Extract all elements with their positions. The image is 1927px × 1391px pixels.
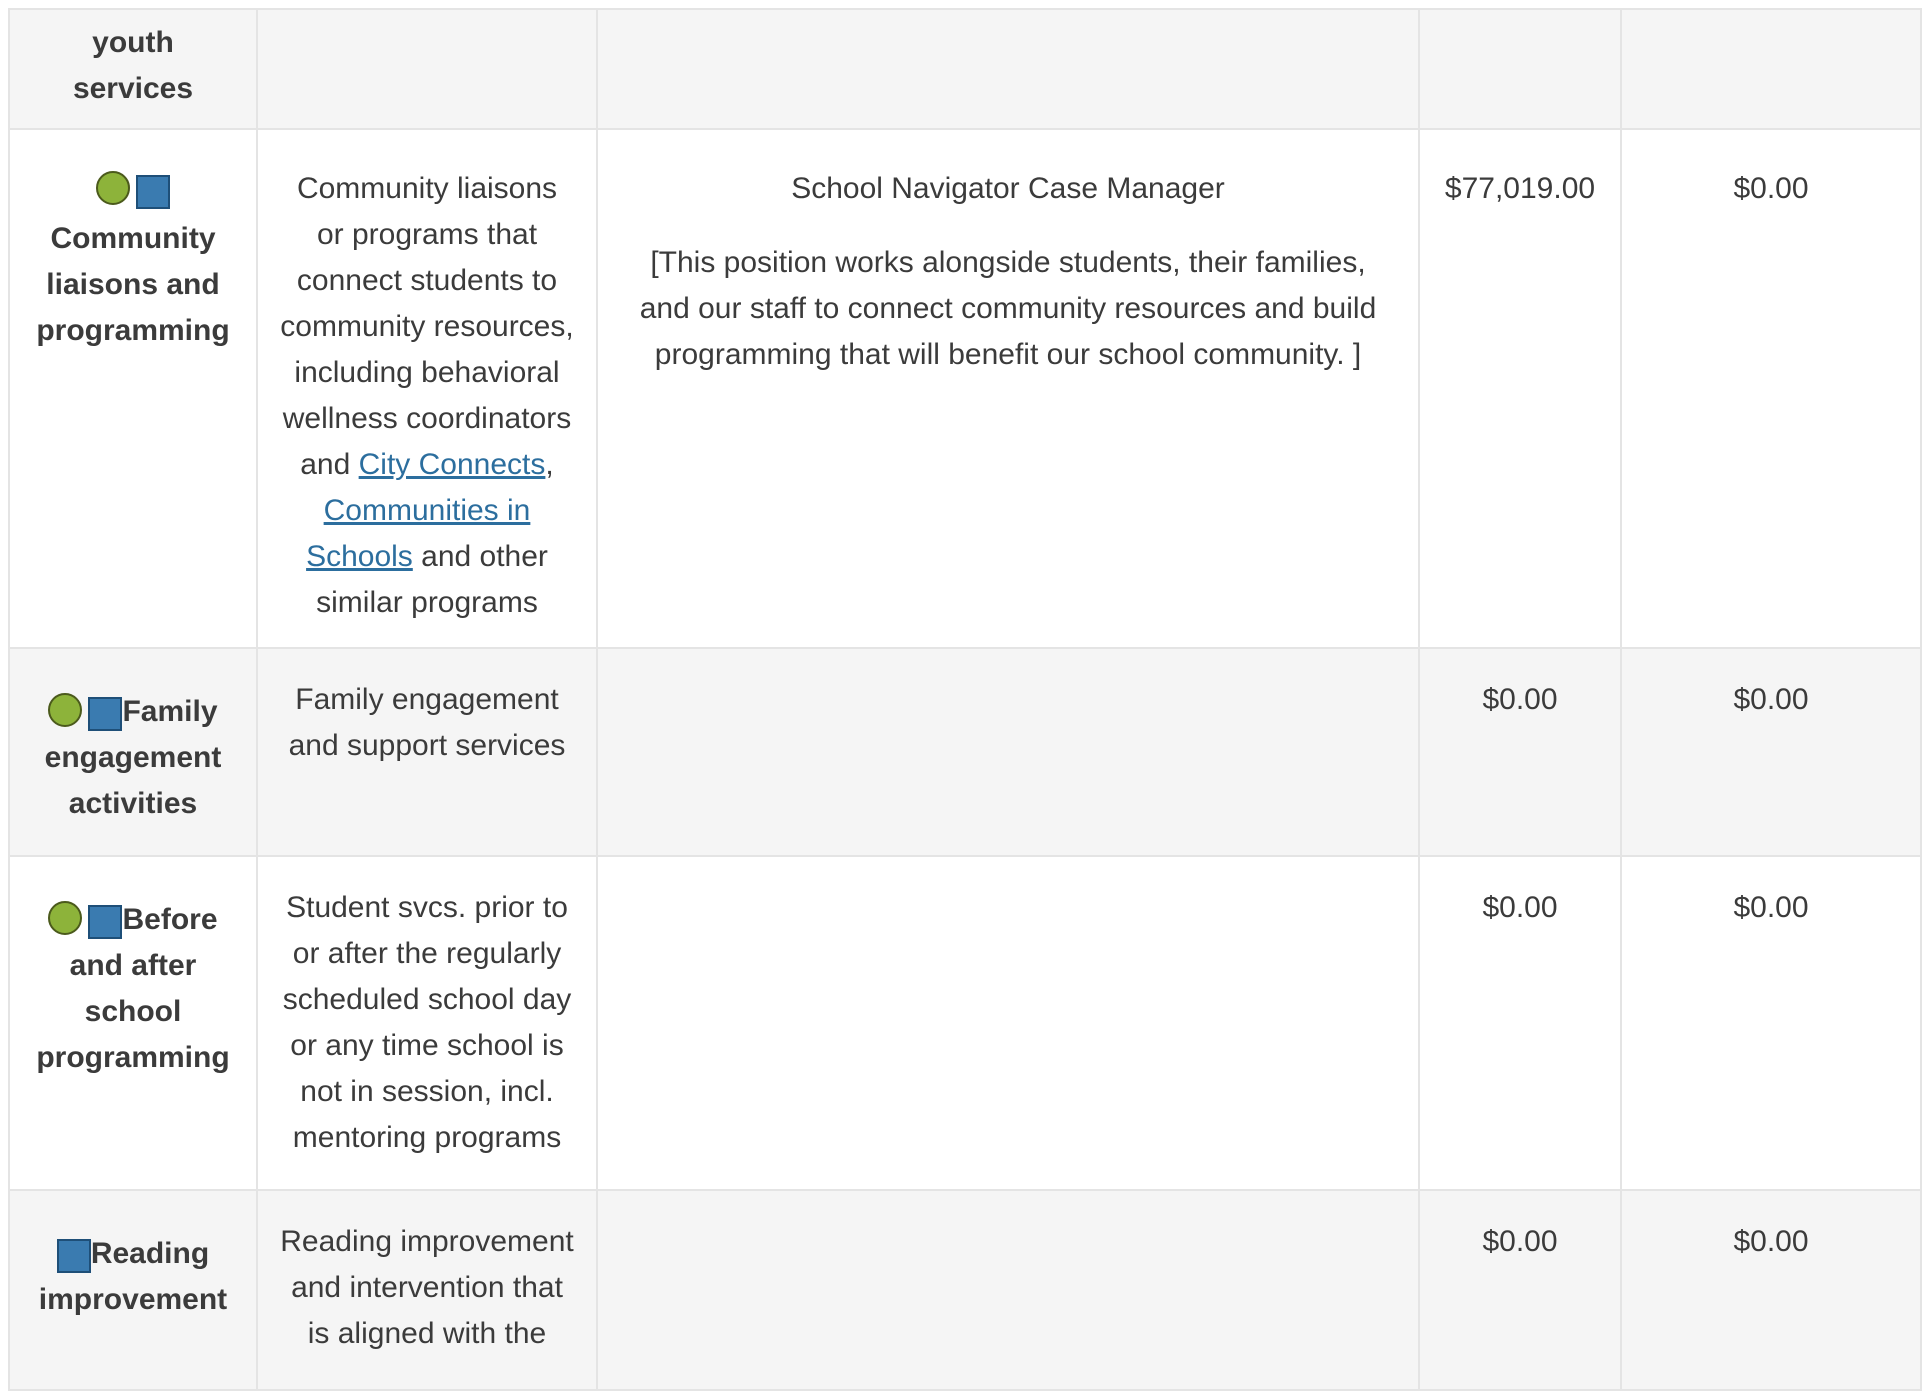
link-text: Communities in: [323, 494, 531, 527]
detail-cell: [596, 1189, 1420, 1391]
description-text: including behavioral: [294, 356, 560, 389]
amount-cell: $0.00: [1620, 855, 1922, 1191]
position-description-line: and our staff to connect community resou…: [639, 292, 1377, 325]
description-text: mentoring programs: [292, 1121, 562, 1154]
link-text: Schools: [306, 540, 413, 573]
detail-cell: School Navigator Case Manager [This posi…: [596, 128, 1420, 649]
description-cell: Community liaisons or programs that conn…: [256, 128, 598, 649]
amount-cell: $0.00: [1418, 855, 1622, 1191]
category-label: liaisons and: [46, 268, 220, 301]
detail-cell: [596, 647, 1420, 857]
amount-value: $0.00: [1733, 1225, 1809, 1258]
table-row: Community liaisons and programming Commu…: [8, 128, 1922, 649]
amount-value: $0.00: [1482, 891, 1558, 924]
category-label: services: [72, 72, 194, 105]
detail-cell: [596, 8, 1420, 130]
description-text: or after the regularly: [292, 937, 562, 970]
green-circle-icon: [48, 901, 83, 935]
blue-square-icon: [88, 905, 123, 939]
table-row: youth services: [8, 8, 1922, 130]
description-text: not in session, incl.: [300, 1075, 554, 1108]
amount-value: $77,019.00: [1444, 172, 1596, 205]
position-title: School Navigator Case Manager: [791, 172, 1225, 205]
description-text: and support services: [288, 729, 566, 762]
table-row: Family engagement activities Family enga…: [8, 647, 1922, 857]
description-text: Community liaisons: [296, 172, 558, 205]
green-circle-icon: [96, 171, 130, 205]
description-text: connect students to: [296, 264, 558, 297]
table-row: Reading improvement Reading improvement …: [8, 1189, 1922, 1391]
amount-value: $0.00: [1733, 172, 1809, 205]
description-cell: Student svcs. prior to or after the regu…: [256, 855, 598, 1191]
description-cell: [256, 8, 598, 130]
amount-cell: [1620, 8, 1922, 130]
budget-table: youth services Community liaisons and pr…: [8, 8, 1922, 1391]
description-text: community resources,: [280, 310, 574, 343]
description-text: and: [300, 448, 359, 481]
blue-square-icon: [56, 1239, 91, 1273]
description-text: is aligned with the: [307, 1317, 547, 1350]
description-text: Reading improvement: [280, 1225, 574, 1258]
category-label: activities: [68, 787, 198, 820]
description-text: Student svcs. prior to: [286, 891, 568, 924]
category-label: school: [84, 995, 182, 1028]
amount-cell: $0.00: [1620, 1189, 1922, 1391]
description-text: wellness coordinators: [282, 402, 572, 435]
category-label: Community: [50, 222, 216, 255]
amount-cell: $0.00: [1620, 647, 1922, 857]
category-cell: Before and after school programming: [8, 855, 258, 1191]
position-description: [This position works alongside students,…: [616, 240, 1400, 378]
description-text: ,: [545, 448, 554, 481]
blue-square-icon: [136, 175, 170, 209]
position-description-line: [This position works alongside students,…: [650, 246, 1366, 279]
description-cell: Reading improvement and intervention tha…: [256, 1189, 598, 1391]
category-label: engagement: [44, 741, 222, 774]
table-row: Before and after school programming Stud…: [8, 855, 1922, 1191]
description-text: and intervention that: [291, 1271, 563, 1304]
blue-square-icon: [88, 697, 123, 731]
category-label: programming: [36, 1041, 230, 1074]
detail-cell: [596, 855, 1420, 1191]
category-label: youth: [92, 26, 174, 59]
description-text: or programs that: [316, 218, 538, 251]
city-connects-link[interactable]: City Connects: [359, 448, 546, 481]
amount-cell: $0.00: [1418, 1189, 1622, 1391]
budget-table-wrapper: youth services Community liaisons and pr…: [8, 8, 1922, 1391]
description-cell: Family engagement and support services: [256, 647, 598, 857]
amount-value: $0.00: [1482, 1225, 1558, 1258]
category-label: Before: [122, 903, 218, 936]
amount-cell: $0.00: [1418, 647, 1622, 857]
amount-value: $0.00: [1733, 891, 1809, 924]
amount-cell: $0.00: [1620, 128, 1922, 649]
category-label: and after: [69, 949, 197, 982]
green-circle-icon: [48, 693, 83, 727]
amount-cell: $77,019.00: [1418, 128, 1622, 649]
amount-value: $0.00: [1482, 683, 1558, 716]
amount-value: $0.00: [1733, 683, 1809, 716]
category-cell: youth services: [8, 8, 258, 130]
category-cell: Community liaisons and programming: [8, 128, 258, 649]
category-label: improvement: [38, 1283, 228, 1316]
position-description-line: programming that will benefit our school…: [654, 338, 1362, 371]
category-cell: Reading improvement: [8, 1189, 258, 1391]
description-text: similar programs: [316, 586, 538, 619]
category-label: programming: [36, 314, 230, 347]
description-text: or any time school is: [290, 1029, 564, 1062]
category-label: Family: [122, 695, 218, 728]
category-label: Reading: [90, 1237, 210, 1270]
description-text: and other: [412, 540, 548, 573]
description-text: scheduled school day: [282, 983, 572, 1016]
description-text: Family engagement: [295, 683, 559, 716]
amount-cell: [1418, 8, 1622, 130]
category-cell: Family engagement activities: [8, 647, 258, 857]
